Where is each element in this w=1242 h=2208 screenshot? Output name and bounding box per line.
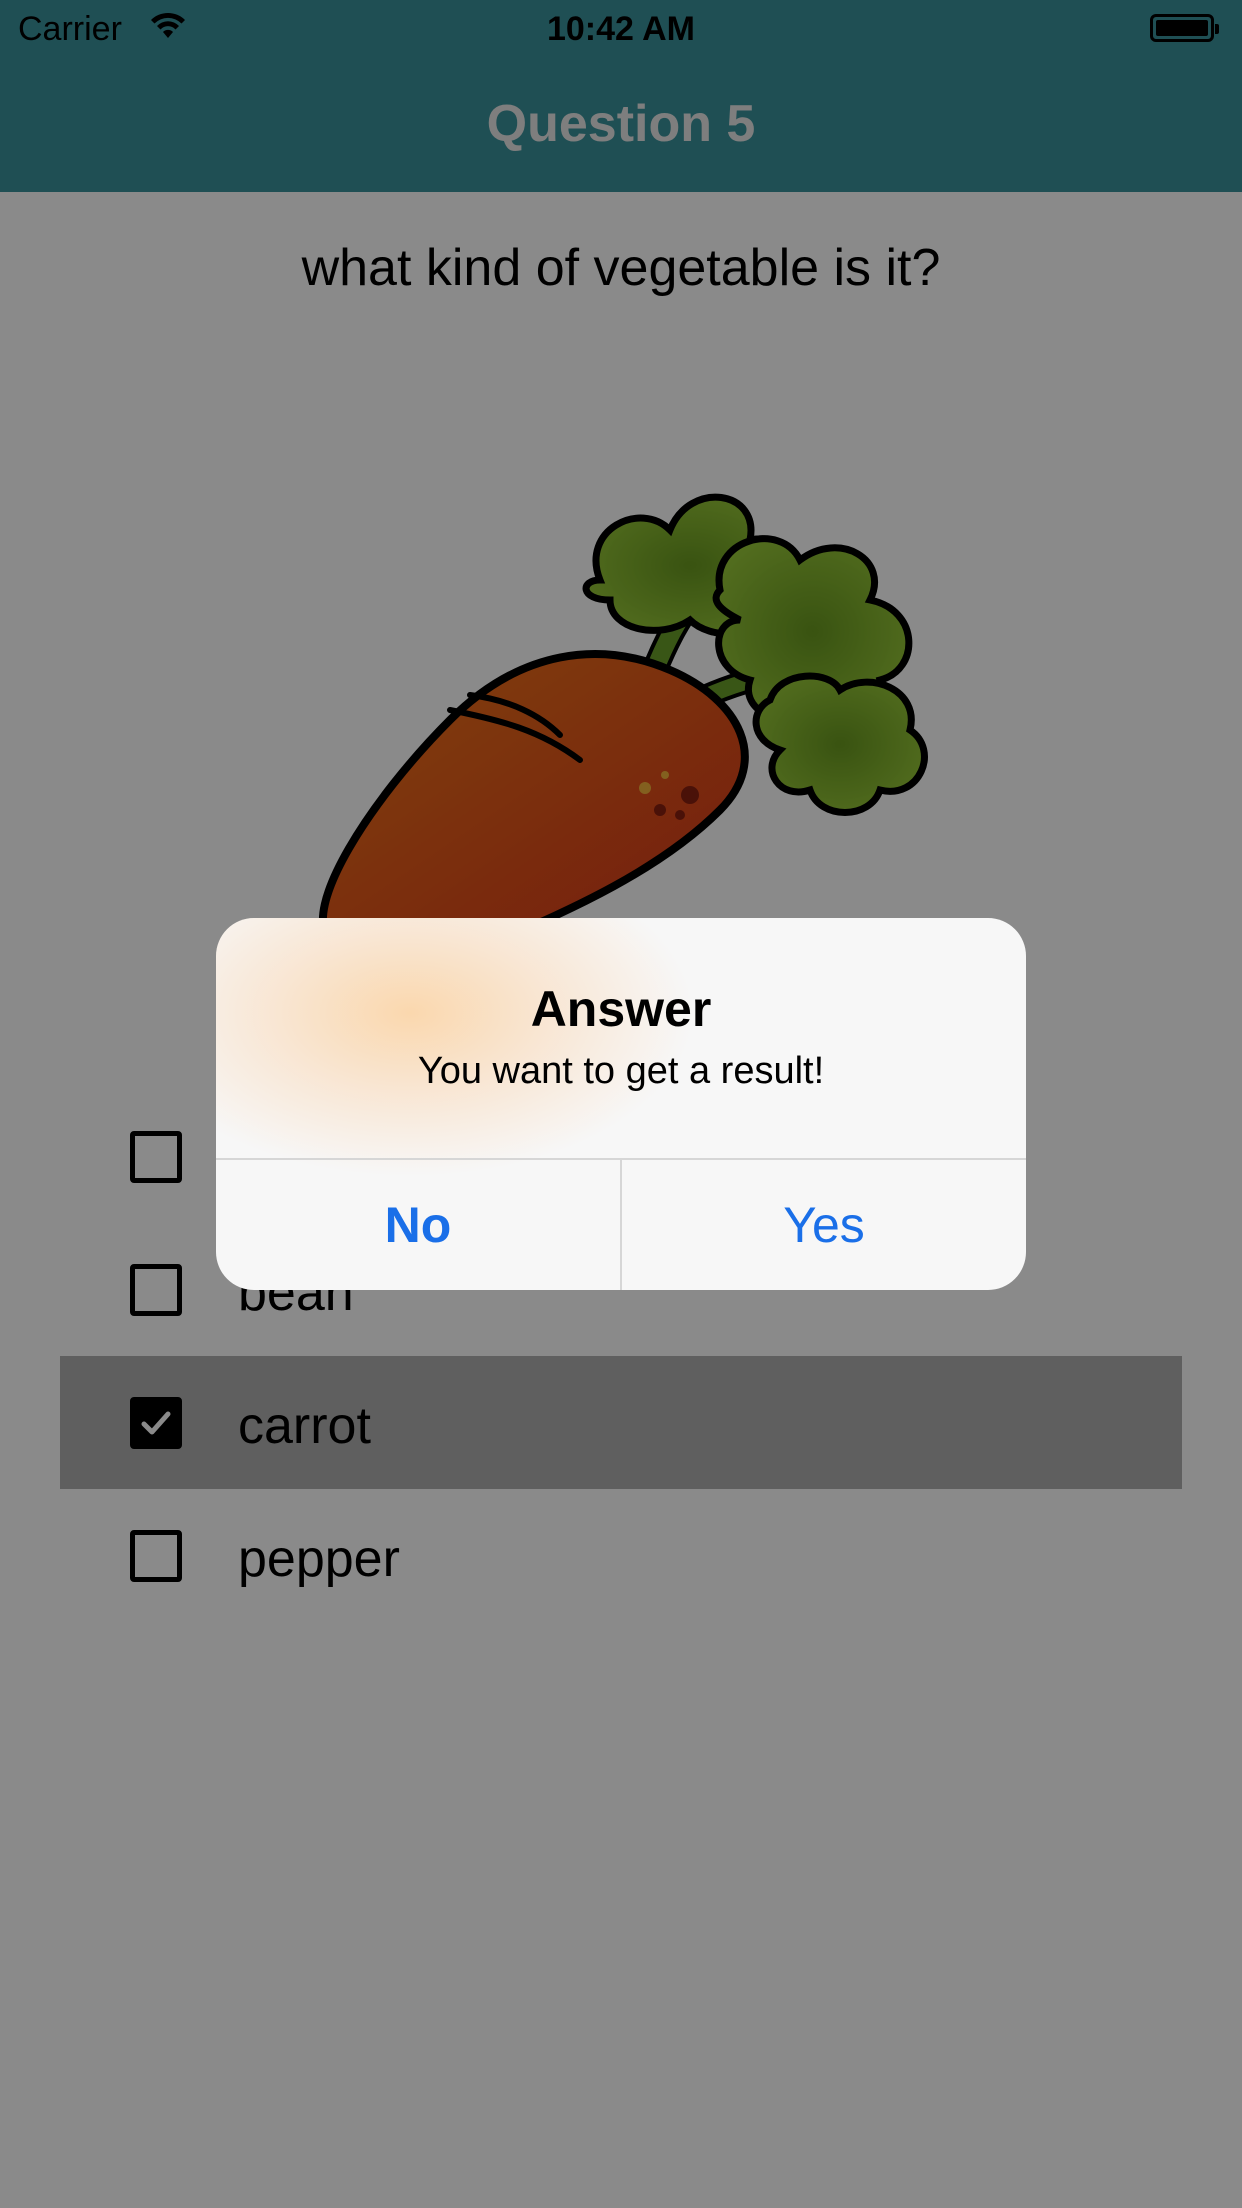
quiz-screen: Carrier 10:42 AM Question 5 what kind of… [0, 0, 1242, 2208]
alert-no-button[interactable]: No [216, 1160, 620, 1290]
alert-yes-button[interactable]: Yes [622, 1160, 1026, 1290]
alert-background-glow [216, 918, 696, 1178]
alert-title: Answer [530, 981, 712, 1037]
alert-message: You want to get a result! [417, 1050, 825, 1092]
alert-dialog: Answer You want to get a result! No Yes [216, 918, 1026, 1290]
